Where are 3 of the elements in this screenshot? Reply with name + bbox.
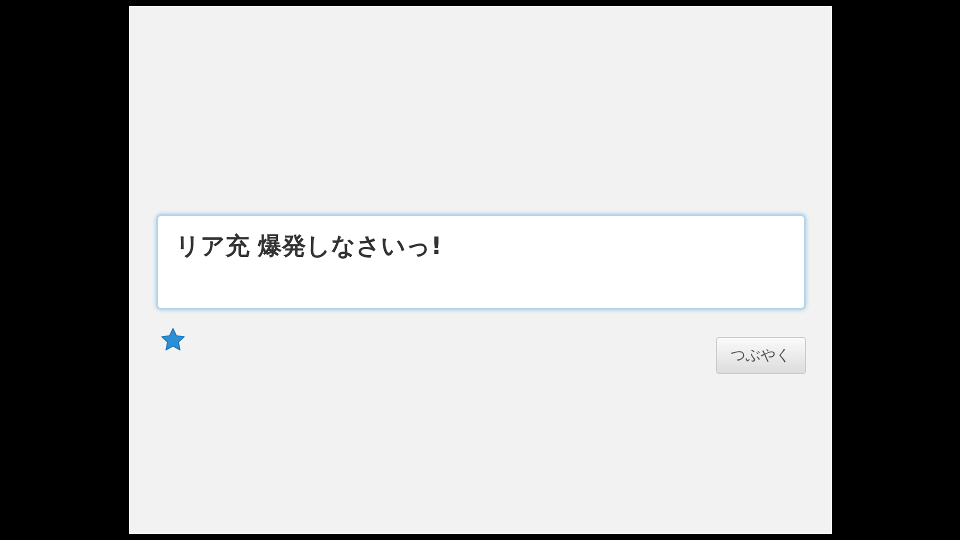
tweet-button[interactable]: つぶやく (716, 337, 806, 374)
star-icon[interactable] (160, 327, 186, 353)
text-input-field[interactable]: リア充 爆発しなさいっ! (156, 214, 806, 310)
